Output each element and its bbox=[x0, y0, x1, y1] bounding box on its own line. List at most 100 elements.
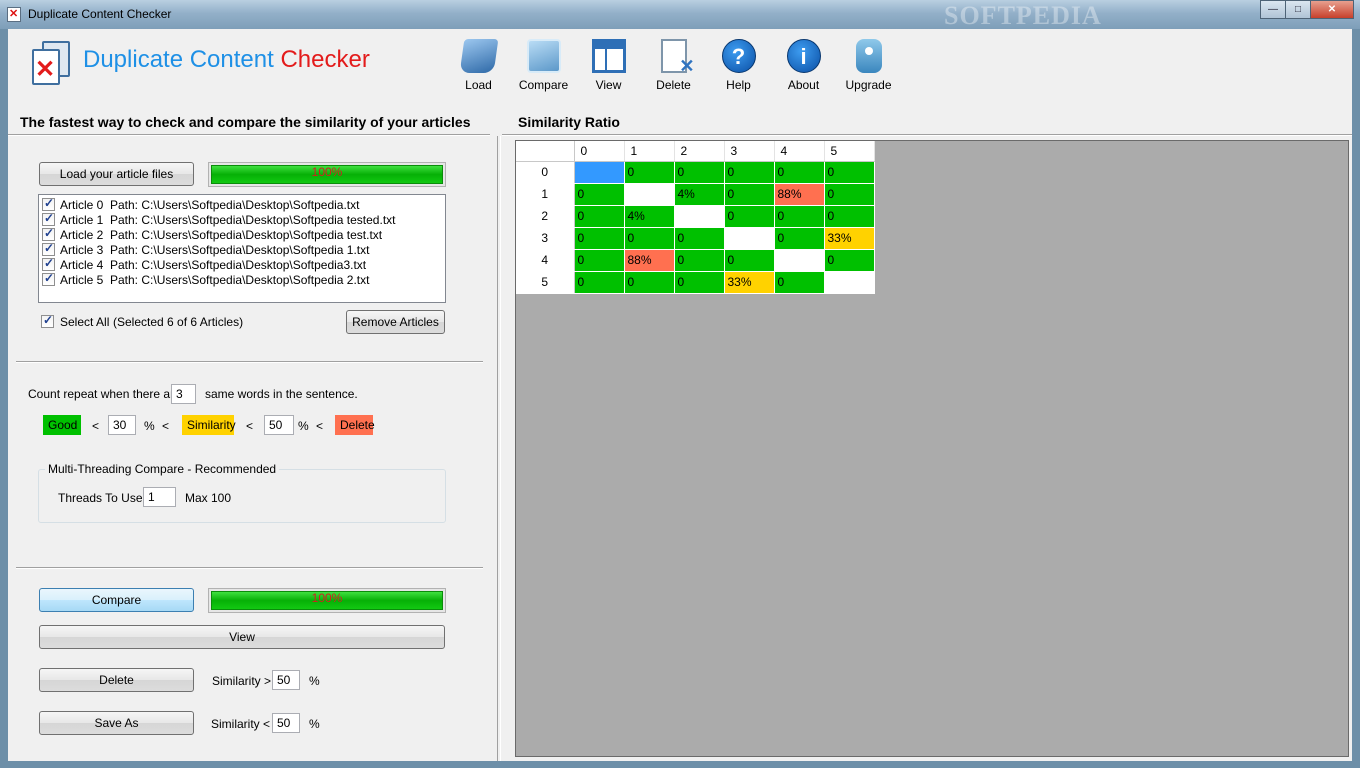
toolbar: Load Compare View Delete ? Help i About bbox=[446, 37, 901, 99]
similarity-cell[interactable]: 0 bbox=[724, 161, 775, 184]
toolbar-compare-button[interactable]: Compare bbox=[511, 37, 576, 99]
list-item[interactable]: Article 4 Path: C:\Users\Softpedia\Deskto… bbox=[39, 256, 445, 272]
saveas-similarity-input[interactable]: 50 bbox=[272, 713, 300, 733]
similarity-cell[interactable]: 0 bbox=[774, 205, 825, 228]
good-threshold-input[interactable]: 30 bbox=[108, 415, 136, 435]
maximize-button[interactable]: □ bbox=[1285, 0, 1311, 19]
similarity-grid[interactable]: 0 1 2 3 4 5 0 0 0 0 0 0 1 0 4% 0 88% 0 2… bbox=[515, 140, 1349, 757]
toolbar-delete-button[interactable]: Delete bbox=[641, 37, 706, 99]
article-checkbox[interactable] bbox=[42, 196, 55, 211]
article-checkbox[interactable] bbox=[42, 256, 55, 271]
similarity-cell[interactable]: 0 bbox=[574, 205, 625, 228]
minimize-button[interactable]: — bbox=[1260, 0, 1286, 19]
row-header[interactable]: 0 bbox=[516, 161, 575, 184]
multithreading-group: Multi-Threading Compare - Recommended Th… bbox=[38, 462, 446, 523]
similarity-cell[interactable]: 0 bbox=[774, 161, 825, 184]
similarity-cell[interactable]: 88% bbox=[624, 249, 675, 272]
article-checkbox[interactable] bbox=[42, 241, 55, 256]
repeat-words-input[interactable]: 3 bbox=[171, 384, 196, 404]
delete-similarity-input[interactable]: 50 bbox=[272, 670, 300, 690]
similarity-cell[interactable]: 0 bbox=[624, 227, 675, 250]
similarity-cell[interactable]: 0 bbox=[774, 271, 825, 294]
select-all-label[interactable]: Select All bbox=[60, 315, 109, 329]
similarity-cell[interactable] bbox=[624, 183, 675, 206]
similarity-cell[interactable] bbox=[774, 249, 825, 272]
similarity-cell[interactable]: 0 bbox=[774, 227, 825, 250]
threads-input[interactable]: 1 bbox=[143, 487, 176, 507]
column-header[interactable]: 3 bbox=[724, 141, 775, 162]
similarity-cell[interactable]: 0 bbox=[624, 161, 675, 184]
article-checkbox[interactable] bbox=[42, 271, 55, 286]
percent-sign: % bbox=[144, 419, 155, 433]
close-button[interactable]: ✕ bbox=[1310, 0, 1354, 19]
similarity-cell[interactable] bbox=[724, 227, 775, 250]
column-header[interactable]: 1 bbox=[624, 141, 675, 162]
row-header[interactable]: 2 bbox=[516, 205, 575, 228]
similarity-cell[interactable]: 0 bbox=[724, 183, 775, 206]
column-header[interactable]: 2 bbox=[674, 141, 725, 162]
similarity-cell[interactable]: 4% bbox=[674, 183, 725, 206]
delete-color-swatch[interactable]: Delete bbox=[335, 415, 375, 435]
row-header[interactable]: 4 bbox=[516, 249, 575, 272]
similarity-cell[interactable] bbox=[824, 271, 875, 294]
similarity-cell[interactable]: 0 bbox=[824, 249, 875, 272]
similarity-cell[interactable]: 4% bbox=[624, 205, 675, 228]
column-header[interactable]: 0 bbox=[574, 141, 625, 162]
similarity-cell[interactable]: 0 bbox=[724, 249, 775, 272]
list-item[interactable]: Article 5 Path: C:\Users\Softpedia\Deskto… bbox=[39, 271, 445, 287]
similarity-cell[interactable]: 0 bbox=[674, 249, 725, 272]
similarity-cell[interactable]: 0 bbox=[574, 271, 625, 294]
toolbar-help-button[interactable]: ? Help bbox=[706, 37, 771, 99]
save-as-button[interactable]: Save As bbox=[39, 711, 194, 735]
good-color-swatch[interactable]: Good bbox=[43, 415, 81, 435]
toolbar-upgrade-button[interactable]: Upgrade bbox=[836, 37, 901, 99]
app-icon[interactable] bbox=[7, 7, 21, 22]
list-item[interactable]: Article 1 Path: C:\Users\Softpedia\Deskto… bbox=[39, 211, 445, 227]
article-checkbox[interactable] bbox=[42, 211, 55, 226]
similarity-cell[interactable]: 88% bbox=[774, 183, 825, 206]
column-header[interactable]: 5 bbox=[824, 141, 875, 162]
row-header[interactable]: 5 bbox=[516, 271, 575, 294]
title-bar[interactable]: Duplicate Content Checker SOFTPEDIA — □ … bbox=[0, 0, 1360, 30]
similarity-cell[interactable]: 0 bbox=[574, 227, 625, 250]
view-button[interactable]: View bbox=[39, 625, 445, 649]
percent-sign: % bbox=[298, 419, 309, 433]
similarity-cell[interactable]: 0 bbox=[574, 183, 625, 206]
similarity-cell[interactable]: 0 bbox=[674, 161, 725, 184]
similarity-cell[interactable]: 0 bbox=[674, 227, 725, 250]
article-list[interactable]: Article 0 Path: C:\Users\Softpedia\Deskto… bbox=[38, 194, 446, 303]
similarity-cell[interactable]: 0 bbox=[824, 183, 875, 206]
similarity-cell[interactable] bbox=[574, 161, 625, 184]
column-header[interactable]: 4 bbox=[774, 141, 825, 162]
row-header[interactable]: 1 bbox=[516, 183, 575, 206]
similarity-cell[interactable]: 0 bbox=[574, 249, 625, 272]
select-all-checkbox[interactable] bbox=[41, 313, 54, 328]
similarity-cell[interactable]: 33% bbox=[824, 227, 875, 250]
toolbar-load-button[interactable]: Load bbox=[446, 37, 511, 99]
compare-button[interactable]: Compare bbox=[39, 588, 194, 612]
list-item[interactable]: Article 3 Path: C:\Users\Softpedia\Deskto… bbox=[39, 241, 445, 257]
delete-button[interactable]: Delete bbox=[39, 668, 194, 692]
panel-splitter[interactable] bbox=[497, 136, 501, 761]
similarity-color-swatch[interactable]: Similarity bbox=[182, 415, 236, 435]
similarity-cell[interactable]: 33% bbox=[724, 271, 775, 294]
similarity-cell[interactable]: 0 bbox=[724, 205, 775, 228]
similarity-threshold-input[interactable]: 50 bbox=[264, 415, 294, 435]
remove-articles-button[interactable]: Remove Articles bbox=[346, 310, 445, 334]
grid-corner[interactable] bbox=[516, 141, 575, 162]
row-header[interactable]: 3 bbox=[516, 227, 575, 250]
similarity-cell[interactable]: 0 bbox=[674, 271, 725, 294]
toolbar-about-button[interactable]: i About bbox=[771, 37, 836, 99]
article-name: Article 3 bbox=[60, 242, 104, 257]
table-row: 2 0 4% 0 0 0 bbox=[516, 205, 875, 228]
toolbar-view-button[interactable]: View bbox=[576, 37, 641, 99]
list-item[interactable]: Article 0 Path: C:\Users\Softpedia\Deskto… bbox=[39, 196, 445, 212]
divider bbox=[8, 134, 490, 136]
similarity-cell[interactable]: 0 bbox=[824, 205, 875, 228]
similarity-cell[interactable]: 0 bbox=[624, 271, 675, 294]
list-item[interactable]: Article 2 Path: C:\Users\Softpedia\Deskto… bbox=[39, 226, 445, 242]
article-checkbox[interactable] bbox=[42, 226, 55, 241]
similarity-cell[interactable]: 0 bbox=[824, 161, 875, 184]
similarity-cell[interactable] bbox=[674, 205, 725, 228]
load-articles-button[interactable]: Load your article files bbox=[39, 162, 194, 186]
